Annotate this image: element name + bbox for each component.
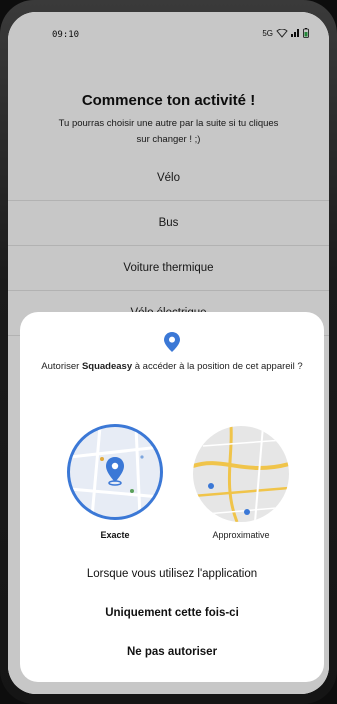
exact-label: Exacte [100,530,130,540]
location-permission-dialog: Autoriser Squadeasy à accéder à la posit… [20,312,324,682]
allow-while-using-button[interactable]: Lorsque vous utilisez l'application [20,568,324,580]
phone-screen: 09:10 5G Commence ton activité ! Tu pour… [8,12,329,694]
phone-frame: 09:10 5G Commence ton activité ! Tu pour… [0,0,337,704]
approximate-map-icon [193,426,289,522]
permission-prompt: Autoriser Squadeasy à accéder à la posit… [40,360,304,373]
deny-button[interactable]: Ne pas autoriser [20,646,324,658]
prompt-prefix: Autoriser [41,361,82,372]
prompt-suffix: à accéder à la position de cet appareil … [132,361,303,372]
exact-location-option[interactable] [67,424,163,520]
exact-map-icon [70,427,160,517]
allow-once-button[interactable]: Uniquement cette fois-ci [20,607,324,619]
app-name: Squadeasy [81,361,133,372]
location-pin-icon [164,332,180,352]
approximate-location-option[interactable] [193,426,289,522]
approximate-label: Approximative [212,530,270,540]
